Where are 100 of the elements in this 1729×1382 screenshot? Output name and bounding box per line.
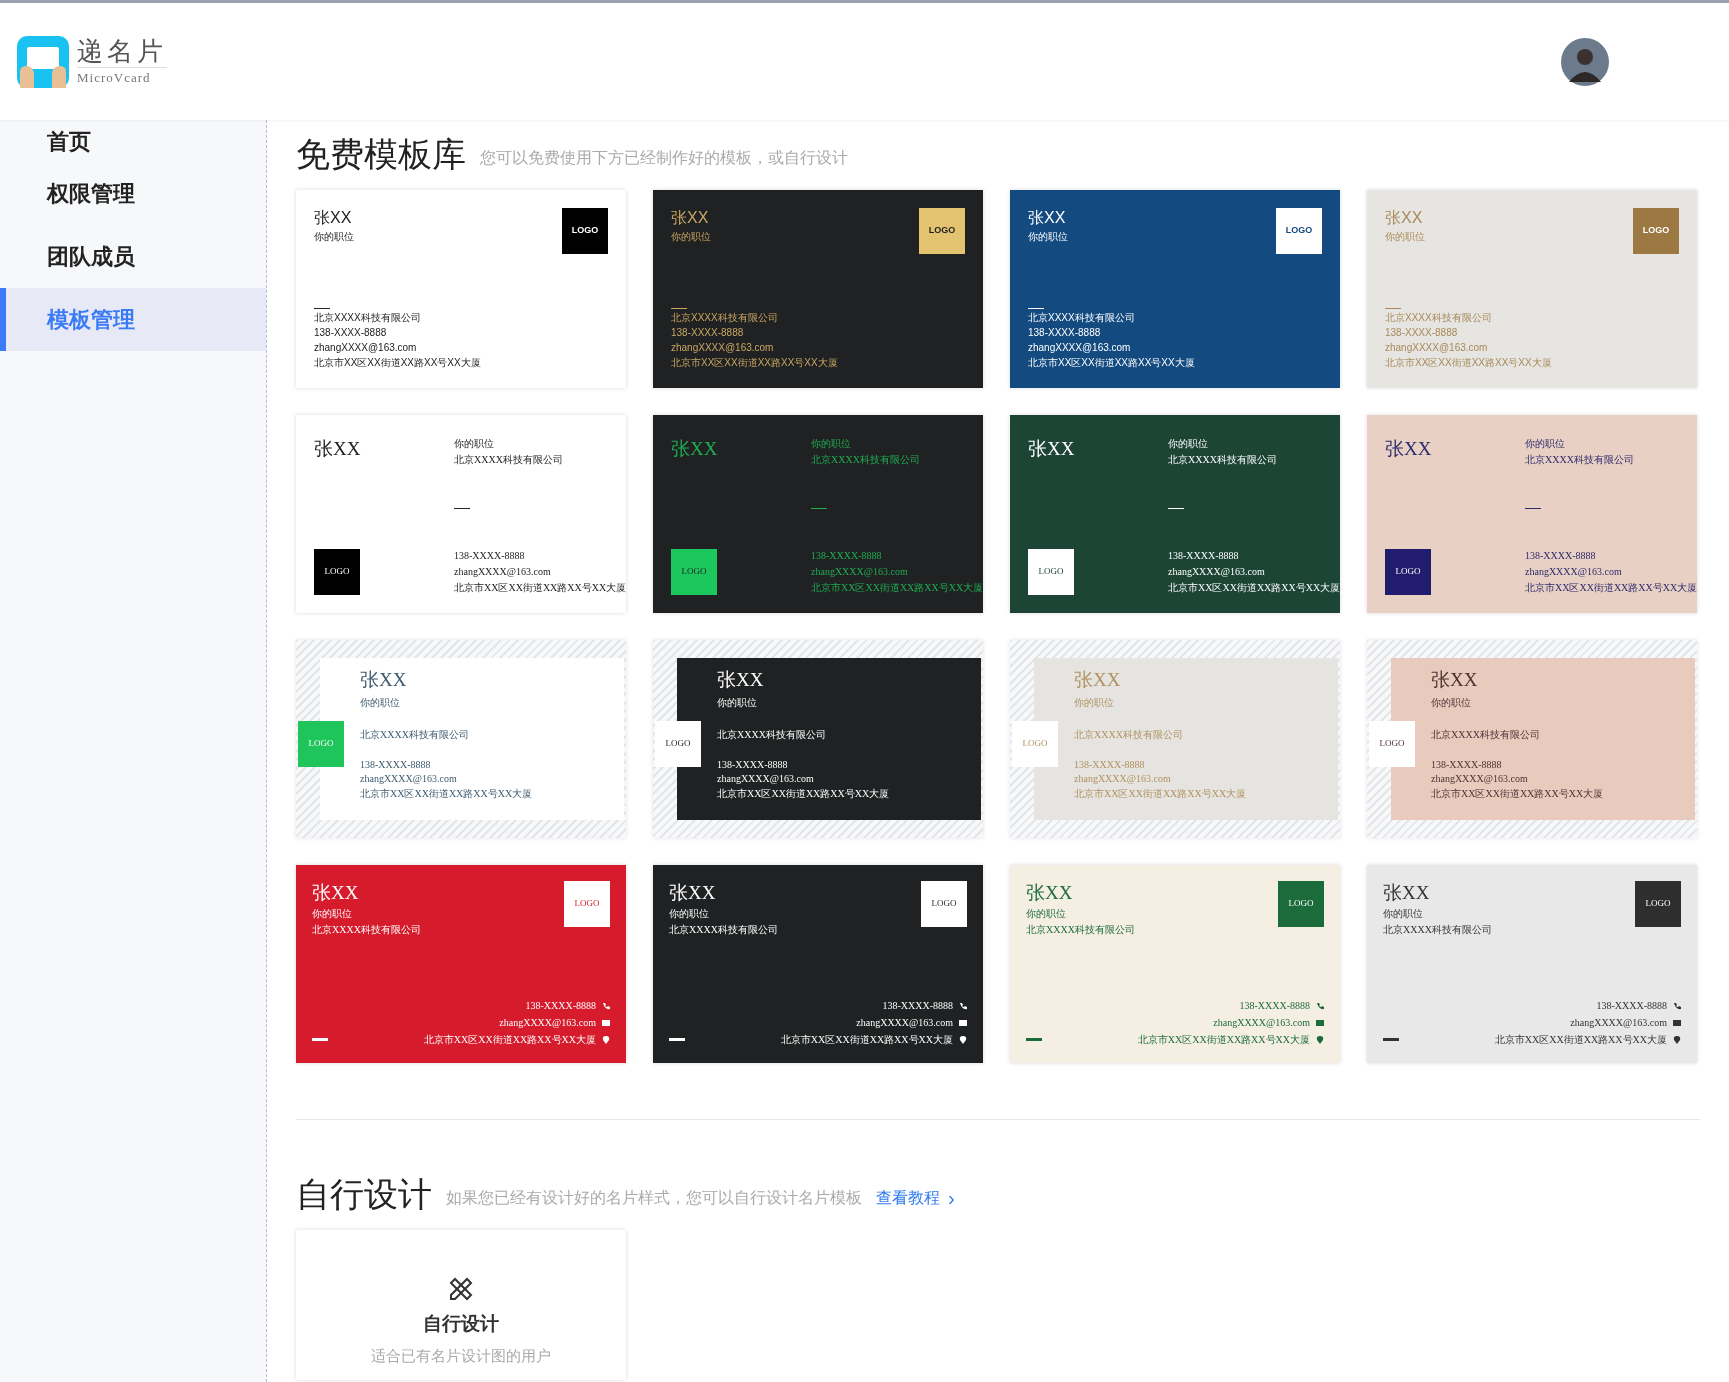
card-address: 北京市XX区XX街道XX路XX号XX大厦 (1074, 787, 1248, 801)
card-phone: 138-XXXX-8888 (1074, 758, 1146, 772)
card-job-title: 你的职位 (1028, 230, 1068, 244)
card-company: 北京XXXX科技有限公司 (314, 311, 422, 325)
card-logo: LOGO (298, 721, 344, 767)
card-phone: 138-XXXX-8888 (454, 549, 526, 563)
mail-icon (1673, 1019, 1681, 1027)
template-card[interactable]: 张XX LOGO 你的职位 北京XXXX科技有限公司 138-XXXX-8888 zhangXXXX@163.com 北京市XX区XX街道XX路XX号XX大厦 (1010, 415, 1340, 613)
card-name: 张XX (1074, 668, 1122, 692)
card-email: zhangXXXX@163.com (1385, 341, 1489, 355)
card-email: zhangXXXX@163.com (811, 565, 909, 579)
card-logo: LOGO (1385, 549, 1431, 595)
template-card[interactable]: 张XX 你的职位 北京XXXX科技有限公司 LOGO 138-XXXX-8888 zhangXXXX@163.com 北京市XX区XX街道XX路XX号XX大厦 (653, 865, 983, 1063)
card-company: 北京XXXX科技有限公司 (1026, 923, 1135, 937)
phone-icon (602, 1002, 610, 1010)
card-address: 北京市XX区XX街道XX路XX号XX大厦 (1385, 356, 1553, 370)
tutorial-link[interactable]: 查看教程 › (876, 1186, 955, 1216)
dash-mark (454, 507, 470, 509)
dash-mark (1026, 1038, 1042, 1041)
template-card[interactable]: 张XX LOGO 你的职位 北京XXXX科技有限公司 138-XXXX-8888 zhangXXXX@163.com 北京市XX区XX街道XX路XX号XX大厦 (296, 415, 626, 613)
card-phone: 138-XXXX-8888 (811, 549, 883, 563)
card-email: zhangXXXX@163.com (1074, 772, 1172, 786)
card-phone: 138-XXXX-8888 (525, 999, 596, 1013)
card-address: 北京市XX区XX街道XX路XX号XX大厦 (671, 356, 839, 370)
pin-icon (1316, 1036, 1324, 1044)
card-company: 北京XXXX科技有限公司 (671, 311, 779, 325)
card-email: zhangXXXX@163.com (717, 772, 815, 786)
card-email: zhangXXXX@163.com (1213, 1016, 1310, 1030)
pin-icon (959, 1036, 967, 1044)
card-name: 张XX (1431, 668, 1479, 692)
card-email: zhangXXXX@163.com (454, 565, 552, 579)
template-card[interactable]: 张XX 你的职位 北京XXXX科技有限公司 LOGO 138-XXXX-8888 zhangXXXX@163.com 北京市XX区XX街道XX路XX号XX大厦 (1367, 865, 1697, 1063)
dash-mark (1385, 308, 1401, 309)
template-card[interactable]: 张XX 你的职位 北京XXXX科技有限公司 138-XXXX-8888 zhangXXXX@163.com 北京市XX区XX街道XX路XX号XX大厦 LOGO (296, 640, 626, 838)
template-card[interactable]: 张XX 你的职位 LOGO 北京XXXX科技有限公司 138-XXXX-8888 zhangXXXX@163.com 北京市XX区XX街道XX路XX号XX大厦 (653, 190, 983, 388)
template-card[interactable]: 张XX 你的职位 北京XXXX科技有限公司 138-XXXX-8888 zhangXXXX@163.com 北京市XX区XX街道XX路XX号XX大厦 LOGO (653, 640, 983, 838)
template-card[interactable]: 张XX 你的职位 北京XXXX科技有限公司 LOGO 138-XXXX-8888 zhangXXXX@163.com 北京市XX区XX街道XX路XX号XX大厦 (296, 865, 626, 1063)
card-phone: 138-XXXX-8888 (314, 326, 388, 340)
avatar[interactable] (1561, 37, 1609, 86)
card-email: zhangXXXX@163.com (1431, 772, 1529, 786)
card-company: 北京XXXX科技有限公司 (717, 728, 827, 742)
card-address: 北京市XX区XX街道XX路XX号XX大厦 (717, 787, 891, 801)
sidebar-item[interactable]: 首页 (0, 120, 266, 162)
sidebar-item[interactable]: 团队成员 (0, 225, 266, 288)
card-name: 张XX (312, 881, 360, 905)
card-name: 张XX (1026, 881, 1074, 905)
card-job-title: 你的职位 (1168, 437, 1209, 451)
card-name: 张XX (669, 881, 717, 905)
template-card[interactable]: 张XX LOGO 你的职位 北京XXXX科技有限公司 138-XXXX-8888 zhangXXXX@163.com 北京市XX区XX街道XX路XX号XX大厦 (1367, 415, 1697, 613)
section-subtitle: 您可以免费使用下方已经制作好的模板，或自行设计 (480, 148, 848, 168)
card-job-title: 你的职位 (312, 907, 353, 921)
card-job-title: 你的职位 (671, 230, 711, 244)
card-logo: LOGO (671, 549, 717, 595)
card-logo: LOGO (1635, 881, 1681, 927)
card-address: 北京市XX区XX街道XX路XX号XX大厦 (1431, 787, 1605, 801)
mail-icon (602, 1019, 610, 1027)
card-logo: LOGO (1278, 881, 1324, 927)
card-name: 张XX (1383, 881, 1431, 905)
card-job-title: 你的职位 (669, 907, 710, 921)
logo-subtitle: MicroVcard (77, 67, 167, 88)
card-job-title: 你的职位 (1525, 437, 1566, 451)
template-card[interactable]: 张XX 你的职位 北京XXXX科技有限公司 LOGO 138-XXXX-8888 zhangXXXX@163.com 北京市XX区XX街道XX路XX号XX大厦 (1010, 865, 1340, 1063)
template-card[interactable]: 张XX 你的职位 LOGO 北京XXXX科技有限公司 138-XXXX-8888 zhangXXXX@163.com 北京市XX区XX街道XX路XX号XX大厦 (296, 190, 626, 388)
section-title: 自行设计 (296, 1174, 432, 1215)
card-logo: LOGO (564, 881, 610, 927)
logo-title: 递名片 (77, 35, 167, 68)
custom-design-card[interactable]: 自行设计 适合已有名片设计图的用户 (296, 1230, 626, 1380)
card-phone: 138-XXXX-8888 (1239, 999, 1310, 1013)
card-logo: LOGO (921, 881, 967, 927)
dash-mark (1525, 507, 1541, 509)
card-phone: 138-XXXX-8888 (1596, 999, 1667, 1013)
sidebar-item[interactable]: 权限管理 (0, 162, 266, 225)
card-job-title: 你的职位 (454, 437, 495, 451)
card-logo: LOGO (1369, 721, 1415, 767)
card-email: zhangXXXX@163.com (1168, 565, 1266, 579)
card-name: 张XX (671, 437, 719, 461)
section-title: 免费模板库 (296, 134, 466, 175)
card-name: 张XX (717, 668, 765, 692)
mail-icon (1316, 1019, 1324, 1027)
template-card[interactable]: 张XX 你的职位 LOGO 北京XXXX科技有限公司 138-XXXX-8888 zhangXXXX@163.com 北京市XX区XX街道XX路XX号XX大厦 (1367, 190, 1697, 388)
card-logo: LOGO (562, 208, 608, 254)
card-name: 张XX (314, 437, 362, 461)
card-phone: 138-XXXX-8888 (671, 326, 745, 340)
template-card[interactable]: 张XX 你的职位 北京XXXX科技有限公司 138-XXXX-8888 zhangXXXX@163.com 北京市XX区XX街道XX路XX号XX大厦 LOGO (1367, 640, 1697, 838)
card-description: 适合已有名片设计图的用户 (371, 1345, 551, 1366)
card-company: 北京XXXX科技有限公司 (454, 453, 564, 467)
card-address: 北京市XX区XX街道XX路XX号XX大厦 (314, 356, 482, 370)
card-phone: 138-XXXX-8888 (1168, 549, 1240, 563)
card-company: 北京XXXX科技有限公司 (811, 453, 921, 467)
dash-mark (811, 507, 827, 509)
section-subtitle: 如果您已经有设计好的名片样式，您可以自行设计名片模板 (446, 1188, 862, 1208)
phone-icon (1316, 1002, 1324, 1010)
template-card[interactable]: 张XX LOGO 你的职位 北京XXXX科技有限公司 138-XXXX-8888 zhangXXXX@163.com 北京市XX区XX街道XX路XX号XX大厦 (653, 415, 983, 613)
card-job-title: 你的职位 (1026, 907, 1067, 921)
card-company: 北京XXXX科技有限公司 (1383, 923, 1492, 937)
card-name: 张XX (1028, 208, 1067, 228)
template-card[interactable]: 张XX 你的职位 LOGO 北京XXXX科技有限公司 138-XXXX-8888 zhangXXXX@163.com 北京市XX区XX街道XX路XX号XX大厦 (1010, 190, 1340, 388)
card-company: 北京XXXX科技有限公司 (1385, 311, 1493, 325)
card-address: 北京市XX区XX街道XX路XX号XX大厦 (1525, 581, 1698, 595)
card-company: 北京XXXX科技有限公司 (1168, 453, 1278, 467)
